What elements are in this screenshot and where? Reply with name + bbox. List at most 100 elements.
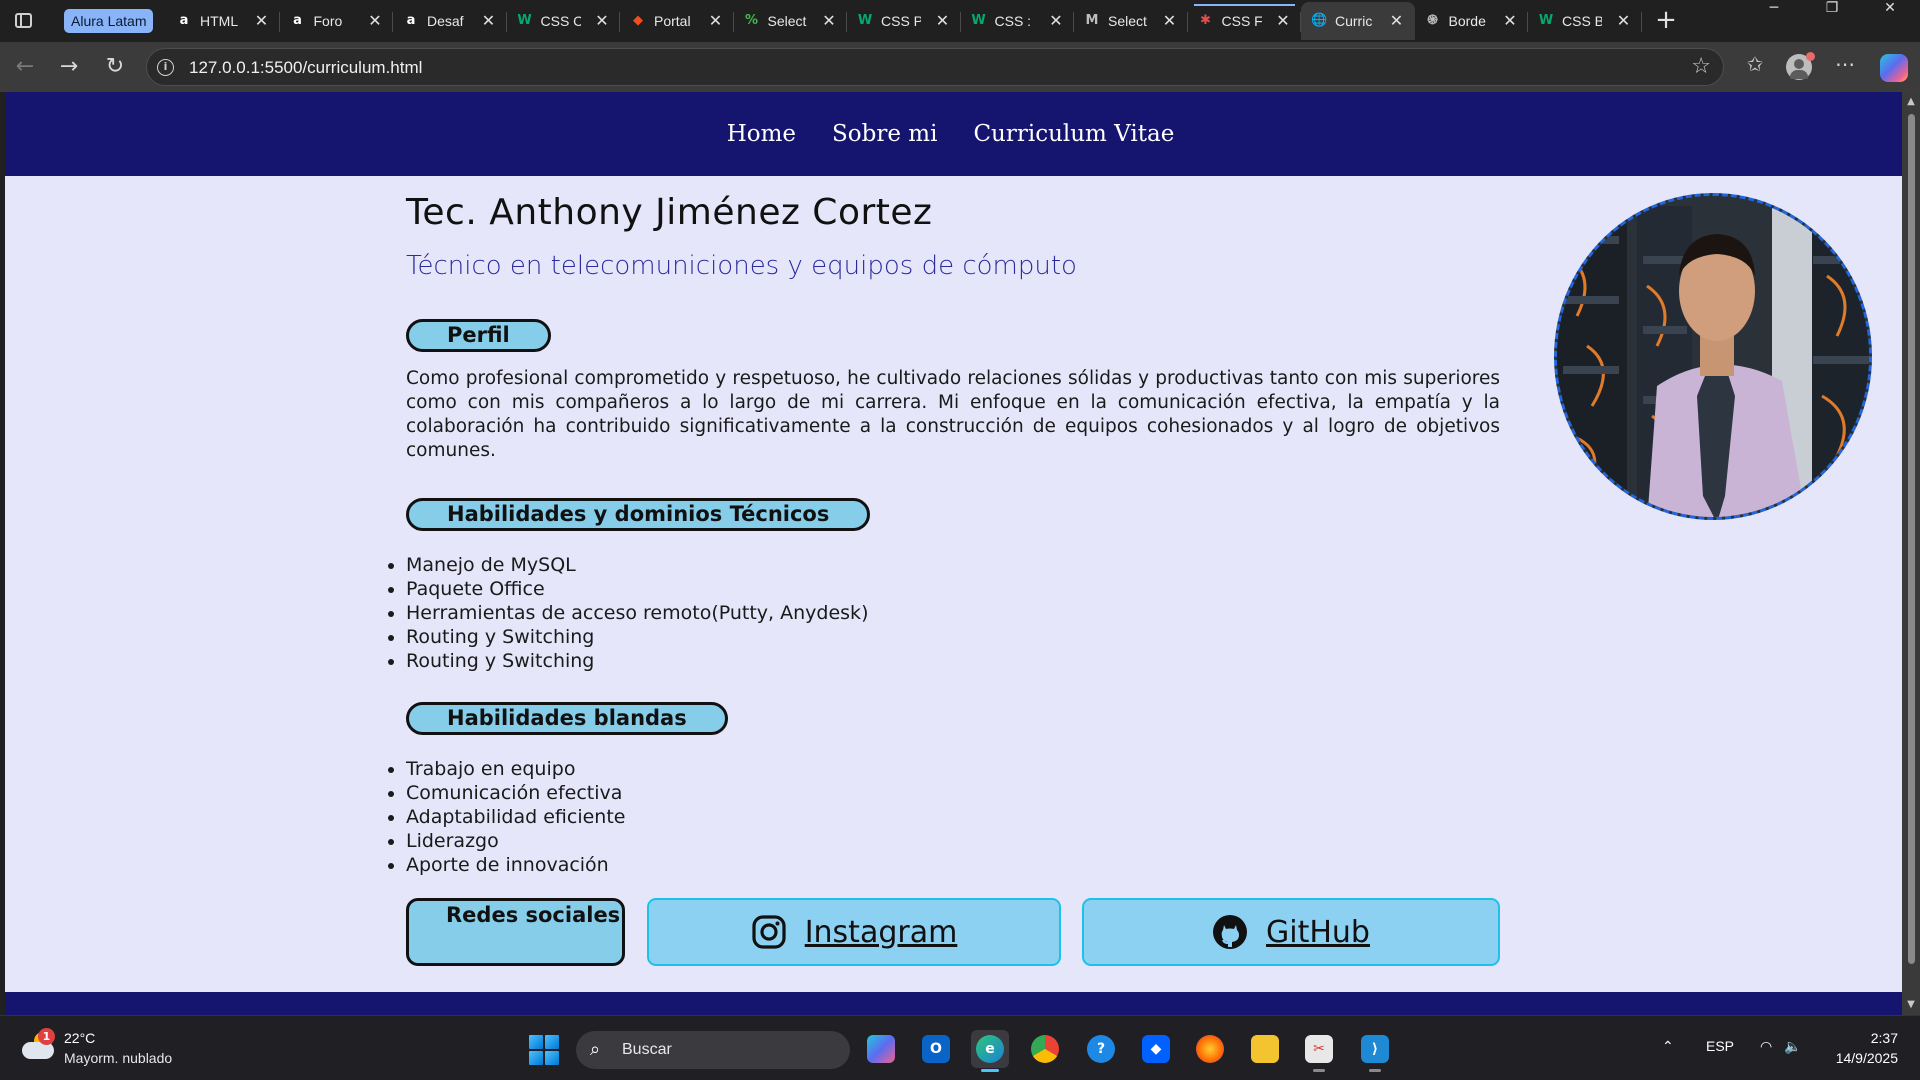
taskbar-dropbox-app[interactable]: ◆	[1137, 1030, 1175, 1068]
windows-taskbar: 1 22°C Mayorm. nublado ⌕ Buscar O e ? ◆ …	[0, 1015, 1920, 1080]
taskbar-outlook-app[interactable]: O	[917, 1030, 955, 1068]
tab-close-icon[interactable]: ✕	[367, 12, 383, 30]
tab-title: Select	[767, 13, 807, 29]
nav-link-curriculum[interactable]: Curriculum Vitae	[973, 121, 1174, 147]
browser-tab[interactable]: M Select ✕	[1074, 2, 1188, 40]
alura-icon: a	[406, 13, 416, 28]
browser-tab[interactable]: W CSS P ✕	[847, 2, 961, 40]
forward-button[interactable]: →	[54, 52, 84, 82]
volume-icon[interactable]: 🔈	[1784, 1038, 1801, 1055]
search-placeholder: Buscar	[622, 1041, 672, 1058]
browser-tab[interactable]: ֍ Borde ✕	[1415, 2, 1528, 40]
page-viewport: Home Sobre mi Curriculum Vitae Tec. Anth…	[5, 92, 1902, 1015]
tab-close-icon[interactable]: ✕	[821, 12, 837, 30]
tray-overflow-icon[interactable]: ⌃	[1662, 1038, 1674, 1055]
instagram-icon	[752, 915, 786, 949]
edge-icon: e	[976, 1035, 1004, 1063]
taskbar-copilot-app[interactable]	[862, 1030, 900, 1068]
tab-actions-icon[interactable]	[12, 9, 36, 33]
browser-tab[interactable]: a HTML ✕	[166, 2, 280, 40]
folder-icon	[1251, 1035, 1279, 1063]
browser-tab[interactable]: W CSS : ✕	[961, 2, 1074, 40]
taskbar-firefox-app[interactable]	[1191, 1030, 1229, 1068]
tab-close-icon[interactable]: ✕	[708, 12, 724, 30]
tab-close-icon[interactable]: ✕	[254, 12, 270, 30]
profile-avatar[interactable]	[1786, 52, 1815, 80]
tab-group-label[interactable]: Alura Latam	[64, 9, 154, 33]
tab-close-icon[interactable]: ✕	[1048, 12, 1064, 30]
language-indicator[interactable]: ESP	[1706, 1038, 1734, 1054]
taskbar-vscode-app[interactable]: ⟩	[1356, 1030, 1394, 1072]
browser-tab[interactable]: ✱ CSS F ✕	[1188, 2, 1301, 40]
tab-close-icon[interactable]: ✕	[935, 12, 951, 30]
tab-close-icon[interactable]: ✕	[1502, 12, 1518, 30]
firefox-icon	[1196, 1035, 1224, 1063]
tab-close-icon[interactable]: ✕	[1162, 12, 1178, 30]
figma-icon: ◆	[633, 13, 643, 28]
tab-close-icon[interactable]: ✕	[1275, 12, 1291, 30]
tab-close-icon[interactable]: ✕	[481, 12, 497, 30]
browser-tab[interactable]: a Foro ✕	[280, 2, 393, 40]
list-item: Routing y Switching	[406, 625, 868, 649]
clock-time[interactable]: 2:37	[1871, 1030, 1898, 1046]
start-button[interactable]	[529, 1035, 559, 1065]
address-bar[interactable]: i 127.0.0.1:5500/curriculum.html ☆	[146, 48, 1724, 86]
copilot-icon[interactable]	[1880, 54, 1908, 82]
tab-close-icon[interactable]: ✕	[1616, 12, 1632, 30]
restore-button[interactable]: ❐	[1804, 0, 1860, 42]
reload-button[interactable]: ↻	[100, 52, 130, 82]
search-icon: ⌕	[590, 1039, 601, 1060]
w3schools-icon: W	[857, 13, 873, 28]
tab-title: Desaf	[427, 13, 464, 29]
scroll-up-icon[interactable]: ▲	[1905, 96, 1917, 108]
close-window-button[interactable]: ✕	[1862, 0, 1918, 42]
tech-skills-list: Manejo de MySQL Paquete Office Herramien…	[384, 553, 868, 673]
scroll-down-icon[interactable]: ▼	[1905, 999, 1917, 1011]
more-menu-icon[interactable]: ⋯	[1830, 52, 1860, 82]
taskbar-snipping-app[interactable]: ✂	[1300, 1030, 1338, 1072]
tab-close-icon[interactable]: ✕	[1389, 12, 1405, 30]
browser-tab[interactable]: % Select ✕	[734, 2, 847, 40]
alura-icon: a	[179, 13, 189, 28]
browser-tab[interactable]: W CSS B ✕	[1528, 2, 1642, 40]
tab-title: Curric	[1335, 13, 1373, 29]
new-tab-button[interactable]: +	[1652, 7, 1680, 35]
taskbar-edge-app[interactable]: e	[971, 1030, 1009, 1072]
browser-tab[interactable]: ◆ Portal ✕	[620, 2, 734, 40]
mdn-icon: M	[1085, 13, 1099, 28]
list-item: Aporte de innovación	[406, 853, 625, 877]
taskbar-chrome-app[interactable]	[1026, 1030, 1064, 1068]
browser-tab[interactable]: a Desaf ✕	[393, 2, 507, 40]
browser-tab[interactable]: 🌐 Curric ✕	[1301, 2, 1415, 40]
tab-title: CSS :	[994, 13, 1032, 29]
favorites-icon[interactable]: ✩	[1740, 52, 1770, 82]
instagram-button[interactable]: Instagram	[647, 898, 1061, 966]
w3schools-icon: W	[1538, 13, 1554, 28]
page-title: Tec. Anthony Jiménez Cortez	[406, 192, 933, 233]
minimize-button[interactable]: ─	[1746, 0, 1802, 42]
taskbar-search[interactable]: ⌕ Buscar	[576, 1031, 850, 1069]
w3schools-icon: W	[517, 13, 532, 28]
copilot-app-icon	[867, 1035, 895, 1063]
wifi-icon[interactable]: ◠	[1760, 1038, 1772, 1055]
browser-tab-strip: Alura Latam a HTML ✕ a Foro ✕ a Desaf ✕ W CSS C ✕ ◆ P…	[0, 0, 1920, 42]
github-button[interactable]: GitHub	[1082, 898, 1500, 966]
taskbar-explorer-app[interactable]	[1246, 1030, 1284, 1068]
clock-date[interactable]: 14/9/2025	[1836, 1050, 1898, 1066]
scrollbar-thumb[interactable]	[1908, 114, 1915, 964]
taskbar-help-app[interactable]: ?	[1082, 1030, 1120, 1068]
tab-title: HTML	[200, 13, 239, 29]
favorite-star-icon[interactable]: ☆	[1691, 55, 1711, 79]
site-info-icon[interactable]: i	[157, 59, 174, 76]
tab-title: Portal	[654, 13, 691, 29]
nav-link-home[interactable]: Home	[727, 121, 796, 147]
weather-description[interactable]: Mayorm. nublado	[64, 1050, 172, 1066]
browser-tab[interactable]: W CSS C ✕	[507, 2, 620, 40]
weather-temperature[interactable]: 22°C	[64, 1030, 95, 1046]
back-button[interactable]: ←	[10, 52, 40, 82]
url-text[interactable]: 127.0.0.1:5500/curriculum.html	[189, 58, 422, 78]
list-item: Comunicación efectiva	[406, 781, 625, 805]
tab-close-icon[interactable]: ✕	[594, 12, 610, 30]
page-scrollbar[interactable]: ▲ ▼	[1902, 92, 1920, 1015]
nav-link-sobre-mi[interactable]: Sobre mi	[832, 121, 937, 147]
